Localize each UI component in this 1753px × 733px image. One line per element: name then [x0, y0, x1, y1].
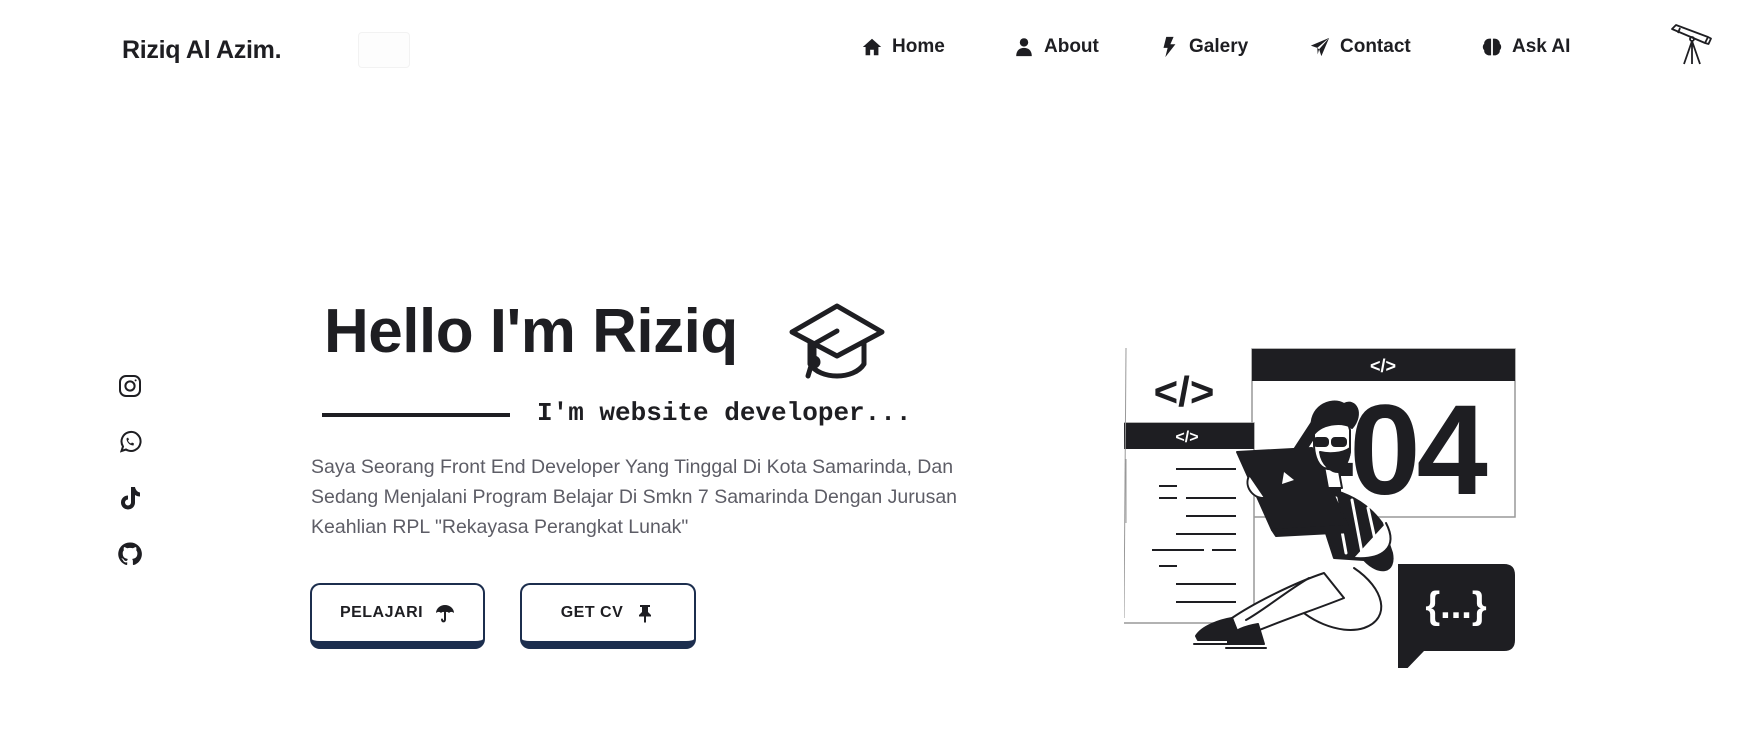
nav-item-label: Ask AI	[1512, 36, 1571, 57]
pelajari-button[interactable]: PELAJARI	[310, 583, 485, 649]
brace-label: {...}	[1425, 585, 1486, 627]
user-icon	[1013, 36, 1035, 58]
nav-item-ask-ai[interactable]: Ask AI	[1481, 34, 1570, 60]
whatsapp-icon[interactable]	[117, 429, 143, 455]
nav-item-label: Home	[892, 36, 945, 57]
small-card-code-tag: </>	[1175, 429, 1198, 446]
brand-badge-placeholder	[358, 32, 410, 68]
home-icon	[861, 36, 883, 58]
umbrella-icon	[435, 603, 455, 623]
get-cv-button[interactable]: GET CV	[520, 583, 696, 649]
hero-description: Saya Seorang Front End Developer Yang Ti…	[311, 456, 958, 538]
nav-item-label: Galery	[1189, 36, 1249, 57]
hero-subtitle: I'm website developer...	[537, 398, 912, 428]
big-code-tag: </>	[1154, 368, 1215, 415]
brand-logo[interactable]: Riziq Al Azim.	[122, 36, 282, 65]
bolt-icon	[1158, 36, 1180, 58]
nav-item-label: About	[1044, 36, 1099, 57]
pin-icon	[635, 603, 655, 623]
button-label: GET CV	[560, 604, 624, 621]
nav-item-contact[interactable]: Contact	[1309, 34, 1411, 60]
nav-item-about[interactable]: About	[1013, 34, 1099, 60]
brain-icon	[1481, 36, 1503, 58]
button-label: PELAJARI	[339, 604, 424, 621]
nav-item-home[interactable]: Home	[861, 34, 945, 60]
telescope-icon[interactable]	[1668, 20, 1714, 66]
paper-plane-icon	[1309, 36, 1331, 58]
github-icon[interactable]	[117, 541, 143, 567]
hero-divider-line	[322, 413, 510, 417]
nav-item-galery[interactable]: Galery	[1158, 34, 1248, 60]
developer-404-illustration: </> 404 </> </> {...}	[1119, 347, 1524, 678]
hero-title: Hello I'm Riziq	[324, 297, 738, 366]
nav-item-label: Contact	[1340, 36, 1411, 57]
tiktok-icon[interactable]	[117, 485, 143, 511]
card-code-tag: </>	[1370, 356, 1396, 376]
graduation-cap-icon	[788, 300, 886, 384]
instagram-icon[interactable]	[117, 373, 143, 399]
